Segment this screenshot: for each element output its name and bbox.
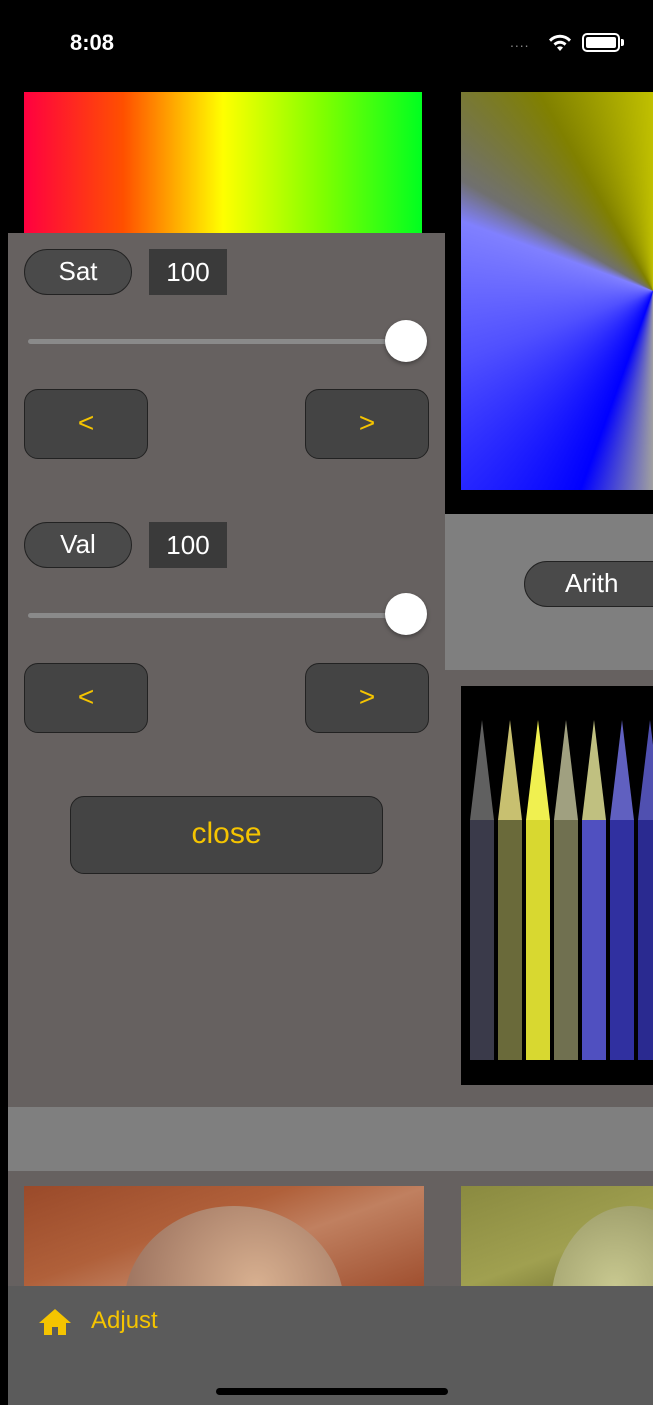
home-icon[interactable] bbox=[38, 1308, 72, 1336]
sat-value: 100 bbox=[149, 249, 227, 295]
sat-slider-track[interactable] bbox=[28, 339, 406, 344]
status-time: 8:08 bbox=[70, 30, 115, 55]
sat-label: Sat bbox=[24, 249, 132, 295]
signal-dots: .... bbox=[510, 34, 530, 50]
wifi-icon bbox=[549, 34, 571, 51]
adjust-panel: Sat 100 < > Val 100 < > bbox=[8, 233, 445, 1107]
adjust-toolbar-item[interactable]: Adjust bbox=[91, 1307, 158, 1335]
app-screen: 8:08 .... Arith Sat 100 < > Val 100 < > … bbox=[8, 0, 653, 1405]
battery-tip bbox=[621, 39, 624, 46]
battery-icon bbox=[582, 33, 620, 52]
sat-decrease-button[interactable]: < bbox=[24, 389, 148, 459]
conic-gradient-image[interactable] bbox=[461, 92, 653, 490]
sat-increase-button[interactable]: > bbox=[305, 389, 429, 459]
mid-strip bbox=[8, 1107, 653, 1171]
val-decrease-button[interactable]: < bbox=[24, 663, 148, 733]
home-indicator[interactable] bbox=[216, 1388, 448, 1395]
val-increase-button[interactable]: > bbox=[305, 663, 429, 733]
hue-gradient-image[interactable] bbox=[24, 92, 422, 242]
val-value: 100 bbox=[149, 522, 227, 568]
sat-slider-thumb[interactable] bbox=[385, 320, 427, 362]
val-slider-thumb[interactable] bbox=[385, 593, 427, 635]
val-label: Val bbox=[24, 522, 132, 568]
arith-button[interactable]: Arith bbox=[524, 561, 653, 607]
val-slider-track[interactable] bbox=[28, 613, 406, 618]
photo-olive[interactable] bbox=[461, 1186, 653, 1286]
pencil-tips-image[interactable] bbox=[468, 720, 653, 1060]
close-button[interactable]: close bbox=[70, 796, 383, 874]
photo-warm[interactable] bbox=[24, 1186, 424, 1286]
